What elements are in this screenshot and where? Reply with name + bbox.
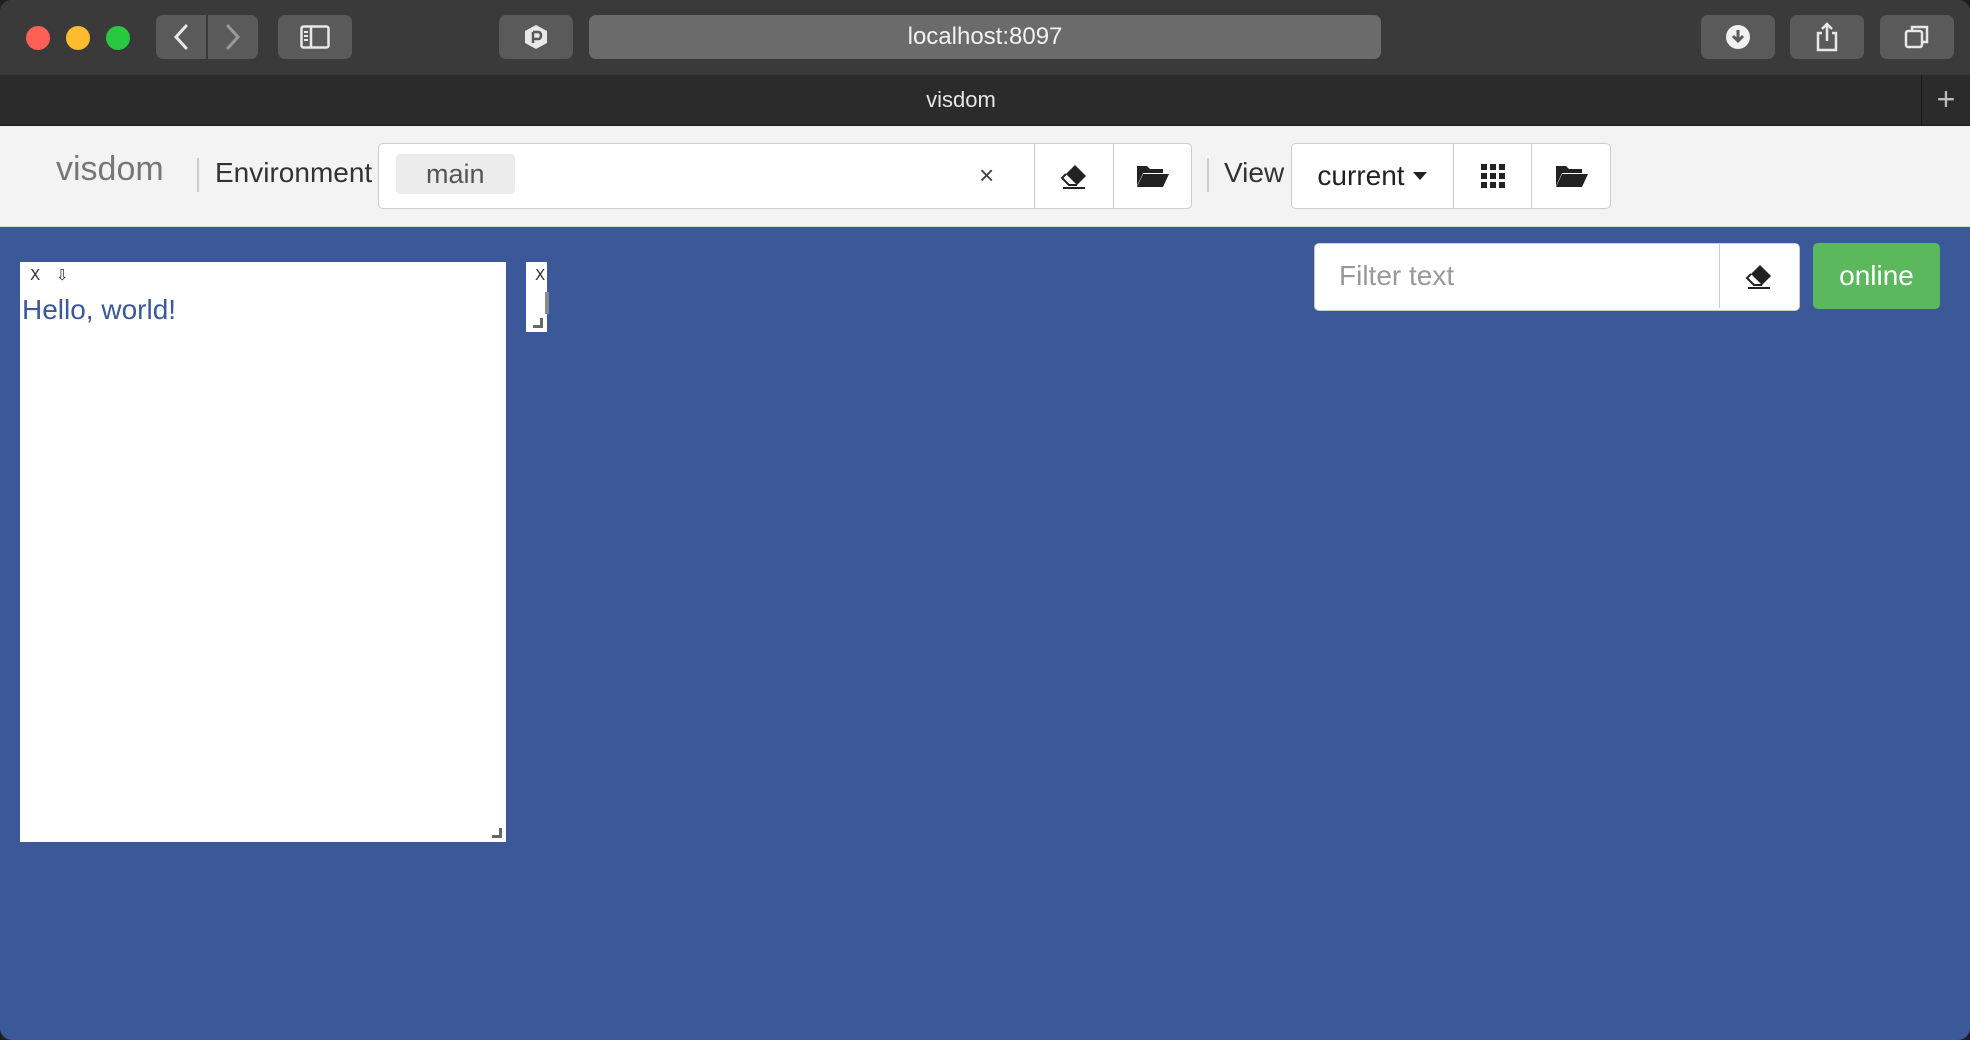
zoom-window-button[interactable] xyxy=(106,26,130,50)
filter-text-input[interactable] xyxy=(1315,244,1719,308)
minimize-window-button[interactable] xyxy=(66,26,90,50)
clear-env-button[interactable] xyxy=(1034,144,1113,208)
chevron-left-icon xyxy=(173,24,188,50)
share-icon xyxy=(1816,22,1838,52)
pane-download-button[interactable]: ⇩ xyxy=(56,266,69,284)
divider xyxy=(1207,158,1209,192)
privacy-report-button[interactable] xyxy=(499,15,573,59)
environment-tag-main[interactable]: main xyxy=(396,154,515,194)
browser-window: localhost:8097 visdom + visdom Environme… xyxy=(0,0,1970,1040)
visdom-header: visdom Environment main × View current xyxy=(0,126,1970,227)
browser-toolbar: localhost:8097 xyxy=(0,0,1970,76)
environment-label: Environment xyxy=(215,157,373,188)
download-icon xyxy=(1726,25,1750,49)
new-tab-button[interactable]: + xyxy=(1921,75,1970,125)
address-bar[interactable]: localhost:8097 xyxy=(589,15,1381,59)
eraser-icon xyxy=(1745,265,1771,289)
view-dropdown[interactable]: current xyxy=(1292,144,1452,208)
repack-view-button[interactable] xyxy=(1453,144,1531,208)
brand-logo[interactable]: visdom xyxy=(56,150,164,189)
chevron-right-icon xyxy=(226,24,241,50)
share-button[interactable] xyxy=(1790,15,1864,59)
view-dropdown-value: current xyxy=(1317,160,1405,191)
divider xyxy=(197,158,199,192)
pane-close-button[interactable]: X xyxy=(535,266,545,284)
shield-icon xyxy=(525,25,547,49)
eraser-icon xyxy=(1060,165,1086,189)
forward-button[interactable] xyxy=(208,15,258,59)
folder-open-icon xyxy=(1137,166,1169,187)
resize-handle[interactable] xyxy=(492,828,502,838)
clear-environment-button[interactable]: × xyxy=(979,160,994,191)
environment-selector[interactable]: main × xyxy=(378,143,1192,209)
pane-scrollbar[interactable] xyxy=(545,292,549,314)
close-window-button[interactable] xyxy=(26,26,50,50)
back-button[interactable] xyxy=(156,15,206,59)
caret-down-icon xyxy=(1412,172,1427,180)
tab-visdom[interactable]: visdom xyxy=(0,75,1922,125)
clear-filter-button[interactable] xyxy=(1719,244,1798,308)
resize-handle[interactable] xyxy=(533,318,543,328)
folder-open-icon xyxy=(1555,166,1588,187)
downloads-button[interactable] xyxy=(1701,15,1775,59)
url-text: localhost:8097 xyxy=(907,23,1063,50)
tabs-overview-icon xyxy=(1904,25,1929,49)
manage-views-button[interactable] xyxy=(1531,144,1611,208)
sidebar-toggle-button[interactable] xyxy=(278,15,352,59)
view-label: View xyxy=(1224,157,1285,188)
grid-icon xyxy=(1480,164,1505,188)
manage-env-button[interactable] xyxy=(1113,144,1192,208)
text-pane[interactable]: X ⇩ Hello, world! xyxy=(20,262,506,842)
view-selector: current xyxy=(1291,143,1611,209)
pane-text-content: Hello, world! xyxy=(22,294,177,325)
collapsed-pane[interactable]: X xyxy=(526,262,549,332)
connection-status-button[interactable]: online xyxy=(1813,243,1940,309)
sidebar-icon xyxy=(300,25,330,49)
tab-bar: visdom + xyxy=(0,75,1970,126)
filter-group xyxy=(1314,243,1800,311)
pane-close-button[interactable]: X xyxy=(30,266,40,284)
show-tabs-button[interactable] xyxy=(1880,15,1954,59)
